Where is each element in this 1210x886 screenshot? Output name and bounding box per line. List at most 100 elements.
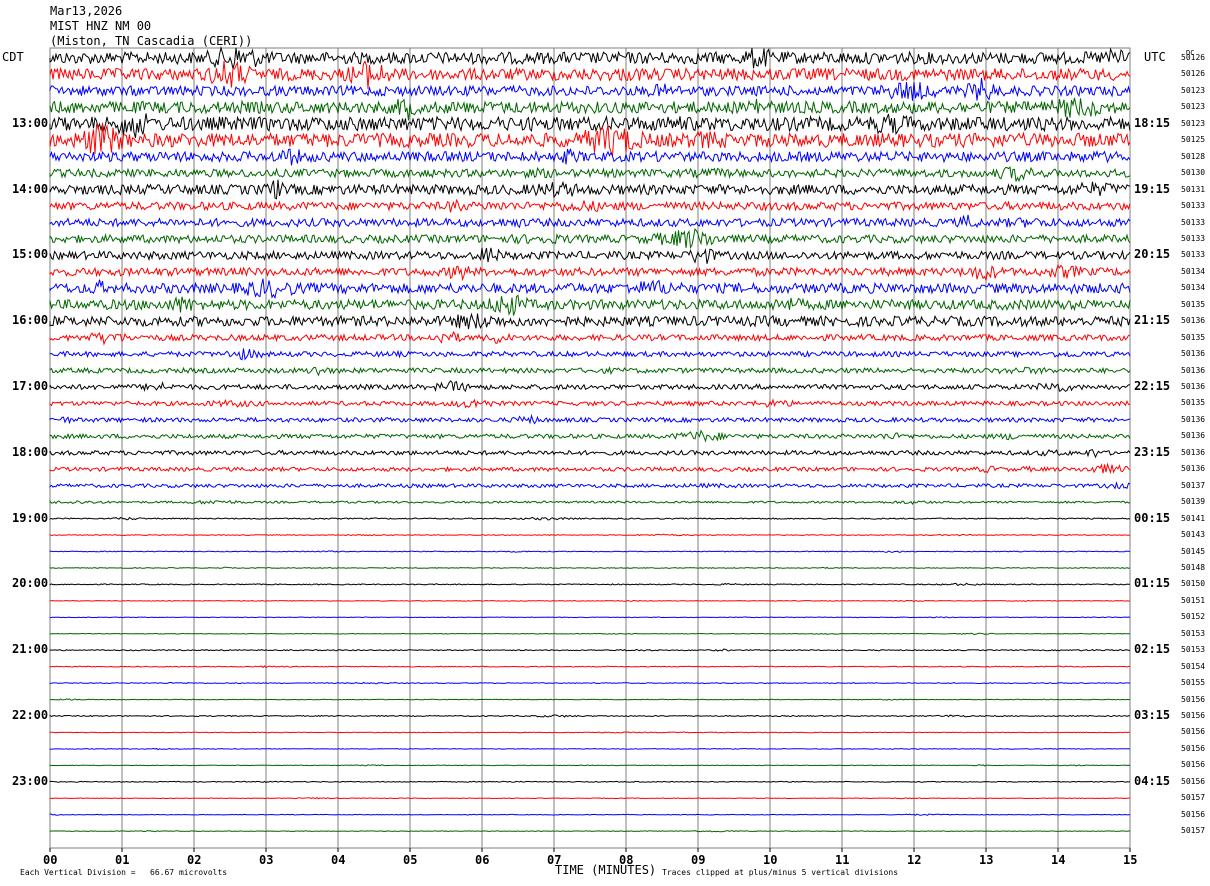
left-hour-label: 14:00 — [12, 181, 49, 196]
seismic-trace — [49, 813, 1130, 816]
dc-offset-label: 50156 — [1181, 711, 1206, 720]
seismic-trace — [49, 348, 1131, 361]
seismic-trace — [49, 380, 1131, 393]
seismic-trace — [49, 294, 1131, 316]
right-hour-label: 18:15 — [1134, 115, 1171, 130]
dc-offset-label: 50133 — [1181, 217, 1206, 227]
dc-offset-label: 50137 — [1181, 480, 1206, 490]
dc-offset-label: 50156 — [1181, 776, 1206, 786]
dc-offset-label: 50136 — [1181, 382, 1206, 391]
x-axis-label: TIME (MINUTES) — [555, 863, 657, 877]
dc-offset-label: 50151 — [1181, 595, 1206, 605]
dc-offset-label: 50123 — [1181, 102, 1206, 112]
x-tick-label: 09 — [691, 853, 706, 867]
left-hour-label: 15:00 — [12, 247, 49, 262]
seismic-trace — [49, 330, 1131, 346]
dc-offset-label: 50133 — [1181, 250, 1206, 260]
dc-offset-label: 50133 — [1181, 233, 1206, 243]
x-tick-label: 02 — [187, 853, 202, 867]
x-tick-label: 13 — [979, 853, 994, 867]
x-tick-label: 04 — [331, 853, 346, 867]
dc-offset-label: 50156 — [1181, 694, 1206, 704]
dc-offset-label: 50123 — [1181, 85, 1206, 95]
left-hour-label: 17:00 — [12, 379, 49, 393]
right-hour-label: 00:15 — [1134, 510, 1171, 525]
left-hour-label: 19:00 — [12, 510, 49, 525]
dc-offset-label: 50139 — [1181, 497, 1206, 507]
left-hour-label: 13:00 — [12, 115, 49, 130]
seismic-trace — [49, 365, 1131, 377]
scale-note: Each Vertical Division = 66.67 microvolt… — [20, 868, 228, 877]
seismic-trace — [49, 764, 1131, 767]
seismic-trace — [49, 698, 1130, 701]
dc-offset-label: 50133 — [1181, 201, 1206, 211]
dc-offset-label: 50134 — [1181, 266, 1206, 276]
seismic-trace — [49, 829, 1131, 833]
dc-offset-label: 50150 — [1181, 579, 1206, 589]
seismic-trace — [49, 780, 1130, 783]
left-hour-label: 23:00 — [12, 773, 49, 788]
dc-offset-label: 50136 — [1181, 365, 1206, 375]
seismic-trace — [49, 77, 1131, 101]
seismic-trace — [49, 616, 1131, 619]
dc-offset-label: 50156 — [1181, 760, 1206, 770]
dc-offset-label: 50155 — [1181, 678, 1206, 688]
x-tick-label: 12 — [907, 853, 922, 867]
right-hour-label: 03:15 — [1134, 708, 1171, 722]
right-hour-label: 04:15 — [1134, 773, 1171, 788]
seismic-trace — [49, 179, 1131, 200]
x-tick-label: 10 — [763, 853, 778, 867]
dc-offset-label: 50156 — [1181, 743, 1206, 753]
dc-offset-label: 50156 — [1181, 809, 1206, 819]
left-hour-label: 16:00 — [12, 313, 49, 328]
right-hour-label: 22:15 — [1134, 379, 1171, 393]
dc-offset-label: 50148 — [1181, 562, 1206, 572]
dc-offset-label: 50136 — [1181, 316, 1206, 326]
seismic-trace — [49, 550, 1131, 553]
seismic-trace — [49, 278, 1131, 300]
dc-offset-label: 50141 — [1181, 513, 1206, 523]
seismic-trace — [49, 731, 1131, 734]
right-hour-label: 01:15 — [1134, 576, 1171, 591]
seismic-trace — [49, 398, 1131, 409]
seismic-trace — [49, 533, 1131, 537]
seismic-trace — [49, 449, 1131, 459]
dc-offset-label: 50136 — [1181, 349, 1206, 359]
dc-offset-label: 50135 — [1181, 398, 1206, 408]
seismic-trace — [49, 97, 1131, 121]
x-tick-label: 11 — [835, 853, 850, 867]
right-hour-label: 02:15 — [1134, 642, 1171, 657]
dc-offset-label: 50136 — [1181, 464, 1206, 474]
right-hour-label: 21:15 — [1134, 313, 1171, 328]
dc-offset-label: 50153 — [1181, 645, 1206, 655]
seismic-trace — [49, 632, 1131, 636]
right-hour-label: 20:15 — [1134, 247, 1171, 262]
x-tick-label: 06 — [475, 853, 490, 867]
dc-offset-label: 50135 — [1181, 332, 1206, 342]
left-hour-label: 22:00 — [12, 708, 49, 722]
right-hour-label: 23:15 — [1134, 444, 1171, 459]
dc-offset-label: 50143 — [1181, 530, 1206, 540]
dc-offset-label: 50157 — [1181, 793, 1206, 803]
seismic-trace — [49, 714, 1130, 718]
seismic-trace — [49, 681, 1131, 685]
dc-offset-label: 50135 — [1181, 299, 1206, 309]
dc-offset-label: 50136 — [1181, 431, 1206, 441]
dc-offset-label: 50157 — [1181, 826, 1206, 836]
dc-offset-label: 50134 — [1181, 283, 1206, 293]
dc-offset-label: 50126 — [1181, 53, 1206, 62]
dc-offset-label: 50131 — [1181, 184, 1206, 194]
seismic-trace — [49, 499, 1131, 505]
seismic-trace — [49, 247, 1131, 264]
seismic-trace — [49, 566, 1131, 569]
dc-offset-label: 50156 — [1181, 727, 1206, 737]
seismic-trace — [49, 312, 1131, 330]
plot-frame — [49, 47, 1131, 849]
seismic-trace — [49, 429, 1131, 443]
seismic-trace — [49, 413, 1131, 425]
left-hour-label: 21:00 — [12, 642, 49, 657]
x-tick-label: 15 — [1123, 853, 1138, 867]
helicorder-plot — [49, 45, 1131, 852]
dc-offset-label: 50126 — [1181, 69, 1206, 79]
seismic-trace — [49, 648, 1131, 652]
